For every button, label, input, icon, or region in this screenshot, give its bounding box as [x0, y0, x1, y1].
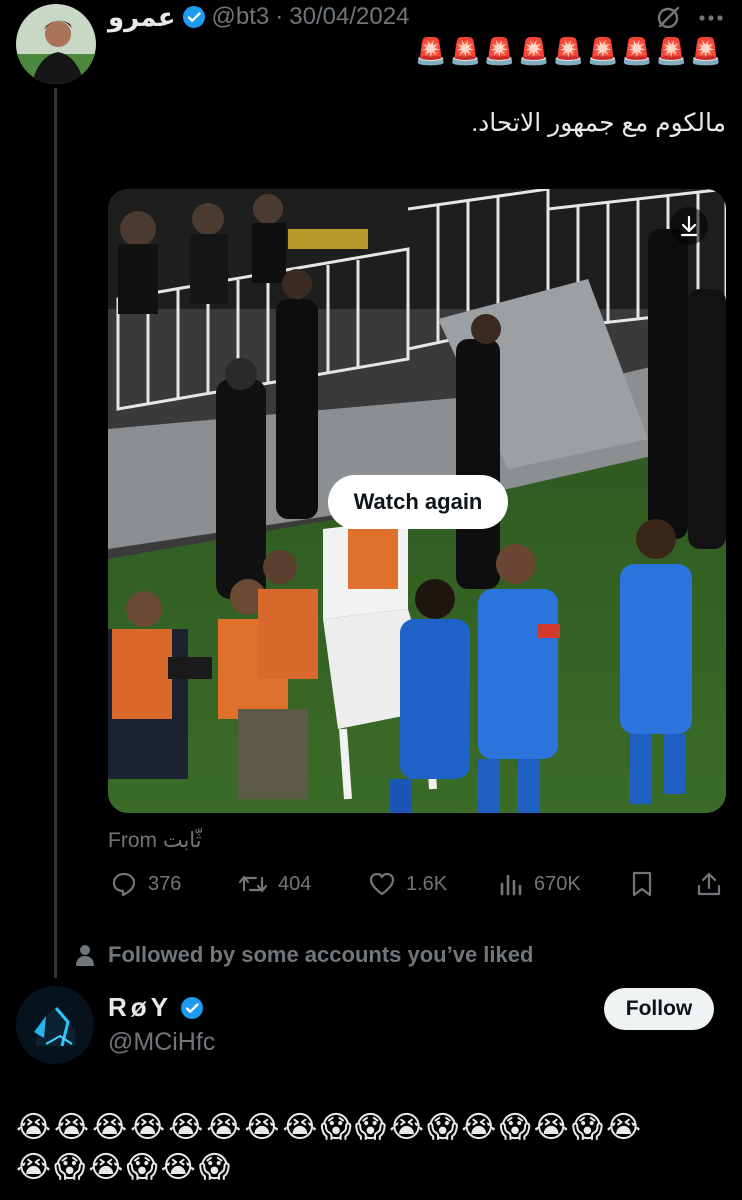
- from-attribution[interactable]: From ثّابت: [108, 828, 202, 853]
- view-count: 670K: [534, 872, 581, 895]
- verified-badge-icon: [180, 996, 204, 1020]
- siren-emoji-line: 🚨🚨🚨🚨🚨🚨🚨🚨🚨: [414, 36, 724, 66]
- reply-emoji-line-1: 😭😭😭😭😭😭😭😭😱😱😭😱😭😱😭😱😭: [16, 1111, 645, 1144]
- author-name[interactable]: عمرو: [108, 2, 176, 33]
- tweet-date[interactable]: 30/04/2024: [289, 3, 409, 31]
- analytics-icon: [498, 870, 524, 898]
- more-options-icon[interactable]: [698, 8, 724, 28]
- user-handle[interactable]: @MCiHfc: [108, 1028, 215, 1057]
- like-count: 1.6K: [406, 872, 448, 895]
- social-context: Followed by some accounts you’ve liked: [74, 942, 533, 968]
- reply-icon: [110, 870, 138, 898]
- thread-line: [54, 88, 57, 978]
- reply-button[interactable]: 376: [110, 870, 181, 898]
- person-icon: [74, 943, 96, 967]
- grok-icon[interactable]: [654, 4, 682, 32]
- bookmark-icon[interactable]: [630, 870, 654, 898]
- retweet-count: 404: [278, 872, 312, 895]
- watch-again-button[interactable]: Watch again: [328, 475, 508, 529]
- views-button[interactable]: 670K: [498, 870, 581, 898]
- follow-button[interactable]: Follow: [604, 988, 714, 1030]
- reply-count: 376: [148, 872, 182, 895]
- avatar[interactable]: [16, 4, 96, 84]
- verified-badge-icon: [182, 5, 206, 29]
- user-header: RøY: [108, 992, 204, 1023]
- tweet-text: مالكوم مع جمهور الاتحاد.: [471, 109, 726, 137]
- share-icon[interactable]: [695, 870, 723, 898]
- separator-dot: ·: [275, 3, 284, 30]
- heart-icon: [368, 870, 396, 898]
- download-icon[interactable]: [670, 207, 708, 245]
- user-avatar[interactable]: [16, 986, 94, 1064]
- reply-emoji-line-2: 😭😱😭😱😭😱: [16, 1151, 233, 1184]
- retweet-button[interactable]: 404: [238, 870, 311, 898]
- social-context-text: Followed by some accounts you’ve liked: [108, 942, 534, 967]
- user-name[interactable]: RøY: [108, 992, 172, 1023]
- retweet-icon: [238, 870, 268, 898]
- tweet-header: عمرو @bt3 · 30/04/2024: [108, 0, 409, 34]
- like-button[interactable]: 1.6K: [368, 870, 447, 898]
- author-handle[interactable]: @bt3: [212, 3, 270, 31]
